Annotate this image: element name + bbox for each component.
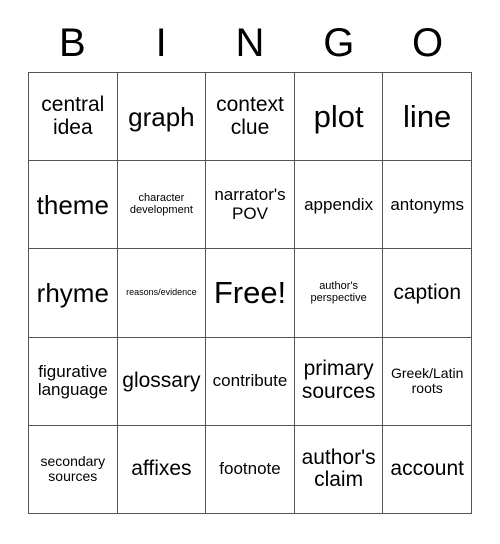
bingo-cell-label: caption [393,280,462,304]
bingo-cell[interactable]: caption [383,249,472,338]
bingo-cell-label: account [390,457,464,480]
bingo-cell-label: plot [313,98,364,134]
bingo-cell[interactable]: plot [294,73,384,162]
bingo-cell[interactable]: rhyme [29,249,118,338]
bingo-cell[interactable]: Greek/Latin roots [383,337,472,426]
bingo-cell-label: Free! [213,275,287,311]
bingo-cell[interactable]: graph [117,73,207,162]
bingo-header: B I N G O [28,14,472,72]
bingo-cell-label: narrator's POV [214,185,286,223]
bingo-cell[interactable]: author's perspective [294,249,384,338]
bingo-cell-label: affixes [131,457,192,480]
bingo-cell[interactable]: context clue [206,73,295,162]
bingo-cell-label: rhyme [36,277,109,308]
header-letter-b: B [59,21,86,65]
bingo-cell[interactable]: secondary sources [29,425,118,514]
bingo-cell[interactable]: appendix [294,161,384,250]
bingo-cell-label: author's claim [301,445,376,492]
bingo-cell-label: appendix [304,194,374,214]
header-letter-i: I [155,21,167,65]
bingo-cell[interactable]: line [383,73,472,162]
bingo-cell[interactable]: figurative language [29,337,118,426]
bingo-cell[interactable]: author's claim [294,425,384,514]
bingo-cell[interactable]: glossary [117,337,207,426]
bingo-cell-label: central idea [41,92,105,139]
bingo-cell-label: reasons/evidence [126,287,197,298]
header-letter-o: O [412,21,444,65]
bingo-cell[interactable]: reasons/evidence [117,249,207,338]
bingo-cell-label: graph [128,101,195,132]
bingo-cell[interactable]: central idea [29,73,118,162]
bingo-cell-label: context clue [216,92,284,139]
bingo-cell-label: secondary sources [40,453,106,485]
bingo-cell-label: primary sources [301,357,376,404]
bingo-cell-free-space[interactable]: Free! [206,249,295,338]
bingo-cell[interactable]: account [383,425,472,514]
bingo-cell[interactable]: narrator's POV [206,161,295,250]
bingo-cell[interactable]: antonyms [383,161,472,250]
bingo-cell[interactable]: theme [29,161,118,250]
bingo-cell-label: line [403,98,452,134]
bingo-cell-label: character development [129,191,193,216]
bingo-cell-label: theme [36,189,109,220]
bingo-cell[interactable]: affixes [117,425,207,514]
bingo-card: B I N G O central idea graph context clu… [28,14,472,514]
bingo-cell[interactable]: contribute [206,337,295,426]
bingo-cell-label: Greek/Latin roots [391,365,464,397]
bingo-cell-label: author's perspective [310,280,367,304]
bingo-cell[interactable]: footnote [206,425,295,514]
header-letter-n: N [235,21,265,65]
bingo-cell-label: footnote [219,459,281,479]
bingo-cell-label: figurative language [37,361,108,400]
header-letter-g: G [323,21,355,65]
bingo-cell-label: contribute [212,370,288,390]
bingo-grid: central idea graph context clue plot lin… [28,72,472,514]
bingo-cell[interactable]: primary sources [294,337,384,426]
bingo-cell-label: glossary [122,368,201,392]
bingo-cell[interactable]: character development [117,161,207,250]
bingo-cell-label: antonyms [390,194,465,214]
